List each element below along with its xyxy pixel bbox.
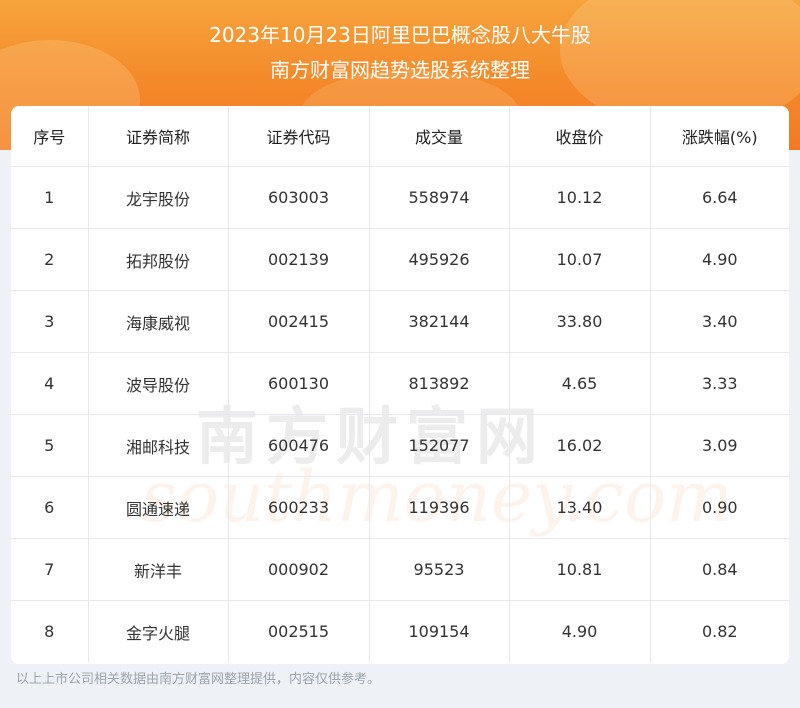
table-row: 3 海康威视 002415 382144 33.80 3.40 <box>11 290 789 353</box>
cell-close: 10.12 <box>509 166 651 229</box>
cell-close: 10.81 <box>509 538 651 601</box>
column-header-code: 证券代码 <box>228 106 370 167</box>
footer-disclaimer: 以上上市公司相关数据由南方财富网整理提供，内容仅供参考。 <box>16 672 381 687</box>
cell-name: 海康威视 <box>88 290 229 353</box>
cell-index: 7 <box>11 538 89 601</box>
cell-name: 新洋丰 <box>88 538 229 601</box>
cell-volume: 382144 <box>369 290 510 353</box>
column-header-name: 证券简称 <box>88 106 229 167</box>
cell-volume: 119396 <box>369 476 510 539</box>
cell-change: 3.33 <box>650 352 789 415</box>
cell-code: 600233 <box>228 476 370 539</box>
table-row: 2 拓邦股份 002139 495926 10.07 4.90 <box>11 228 789 291</box>
cell-close: 4.90 <box>509 600 651 662</box>
table-row: 8 金字火腿 002515 109154 4.90 0.82 <box>11 600 789 662</box>
cell-volume: 558974 <box>369 166 510 229</box>
cell-close: 33.80 <box>509 290 651 353</box>
cell-name: 湘邮科技 <box>88 414 229 477</box>
cell-volume: 109154 <box>369 600 510 662</box>
cell-change: 6.64 <box>650 166 789 229</box>
column-header-index: 序号 <box>11 106 89 167</box>
stock-table: 序号 证券简称 证券代码 成交量 收盘价 涨跌幅(%) 1 龙宇股份 60300… <box>11 106 789 662</box>
cell-volume: 152077 <box>369 414 510 477</box>
cell-index: 5 <box>11 414 89 477</box>
table-row: 6 圆通速递 600233 119396 13.40 0.90 <box>11 476 789 539</box>
cell-code: 000902 <box>228 538 370 601</box>
cell-name: 圆通速递 <box>88 476 229 539</box>
cell-change: 0.90 <box>650 476 789 539</box>
page-title: 2023年10月23日阿里巴巴概念股八大牛股 <box>209 23 591 47</box>
cell-volume: 95523 <box>369 538 510 601</box>
cell-volume: 495926 <box>369 228 510 291</box>
cell-code: 002415 <box>228 290 370 353</box>
table-row: 4 波导股份 600130 813892 4.65 3.33 <box>11 352 789 415</box>
cell-change: 0.82 <box>701 622 738 641</box>
cell-code: 002139 <box>228 228 370 291</box>
cell-name: 拓邦股份 <box>88 228 229 291</box>
table-row: 5 湘邮科技 600476 152077 16.02 3.09 <box>11 414 789 477</box>
cell-index: 1 <box>11 166 89 229</box>
cell-code: 002515 <box>228 600 370 662</box>
cell-code: 600476 <box>228 414 370 477</box>
cell-index: 6 <box>11 476 89 539</box>
column-header-volume: 成交量 <box>369 106 510 167</box>
cell-change: 3.40 <box>650 290 789 353</box>
cell-index: 4 <box>11 352 89 415</box>
cell-index: 8 <box>11 600 89 662</box>
column-header-change: 涨跌幅(%) <box>650 106 789 167</box>
cell-volume: 813892 <box>369 352 510 415</box>
cell-close: 10.07 <box>509 228 651 291</box>
cell-name: 金字火腿 <box>88 600 229 662</box>
cell-name: 龙宇股份 <box>88 166 229 229</box>
cell-close: 16.02 <box>509 414 651 477</box>
cell-close: 13.40 <box>509 476 651 539</box>
cell-change: 4.90 <box>650 228 789 291</box>
column-header-close: 收盘价 <box>509 106 651 167</box>
cell-change: 0.84 <box>650 538 789 601</box>
cell-code: 600130 <box>228 352 370 415</box>
cell-change: 3.09 <box>650 414 789 477</box>
table-row: 7 新洋丰 000902 95523 10.81 0.84 <box>11 538 789 601</box>
table-row: 1 龙宇股份 603003 558974 10.12 6.64 <box>11 166 789 229</box>
cell-index: 2 <box>11 228 89 291</box>
cell-index: 3 <box>11 290 89 353</box>
table-header-row: 序号 证券简称 证券代码 成交量 收盘价 涨跌幅(%) <box>11 106 789 167</box>
page-subtitle: 南方财富网趋势选股系统整理 <box>270 58 530 82</box>
cell-name: 波导股份 <box>88 352 229 415</box>
cell-close: 4.65 <box>509 352 651 415</box>
cell-code: 603003 <box>228 166 370 229</box>
table-card: 南方财富网 southmoney.com 序号 证券简称 证券代码 成交量 收盘… <box>11 106 789 664</box>
